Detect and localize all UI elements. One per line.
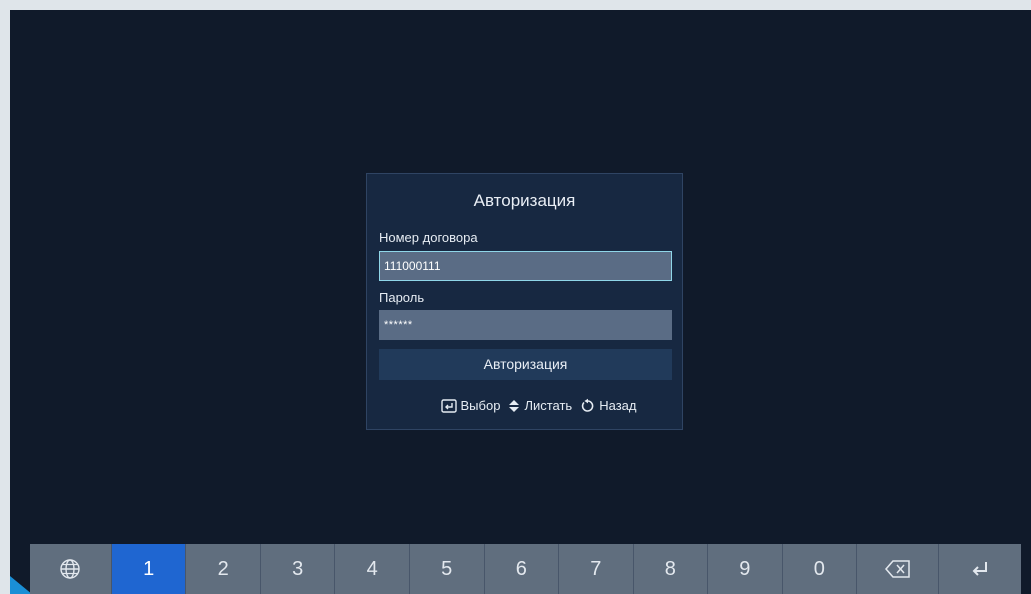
key-5[interactable]: 5 [409,544,485,594]
contract-number-label: Номер договора [379,230,478,245]
language-key[interactable] [30,544,112,594]
enter-key-icon [440,398,457,413]
password-label: Пароль [379,290,425,305]
contract-number-input[interactable]: 111000111 [379,251,672,281]
hint-back: Назад [580,398,636,413]
authorization-dialog: Авторизация Номер договора 111000111 Пар… [366,173,683,430]
key-1[interactable]: 1 [111,544,187,594]
control-hints: Выбор Листать Назад [367,398,682,413]
tv-screen: Авторизация Номер договора 111000111 Пар… [10,10,1031,594]
authorize-button[interactable]: Авторизация [379,349,672,380]
enter-icon [972,562,987,576]
backspace-key[interactable] [857,544,939,594]
hint-scroll: Листать [508,398,572,413]
key-6[interactable]: 6 [484,544,560,594]
enter-key[interactable] [939,544,1021,594]
on-screen-keyboard: 1 2 3 4 5 6 7 8 9 0 [30,544,1021,594]
up-down-arrows-icon [509,399,520,412]
back-arrow-icon [582,398,594,412]
hint-back-label: Назад [599,398,637,413]
key-3[interactable]: 3 [260,544,336,594]
hint-scroll-label: Листать [524,398,573,413]
key-9[interactable]: 9 [708,544,783,594]
key-0[interactable]: 0 [782,544,858,594]
hint-select: Выбор [440,398,501,413]
key-7[interactable]: 7 [559,544,634,594]
backspace-icon [884,560,910,578]
key-8[interactable]: 8 [633,544,709,594]
hint-select-label: Выбор [460,398,501,413]
key-4[interactable]: 4 [335,544,410,594]
globe-icon [60,559,81,579]
dialog-title: Авторизация [473,191,576,210]
password-input[interactable]: ****** [379,310,672,340]
key-2[interactable]: 2 [186,544,261,594]
